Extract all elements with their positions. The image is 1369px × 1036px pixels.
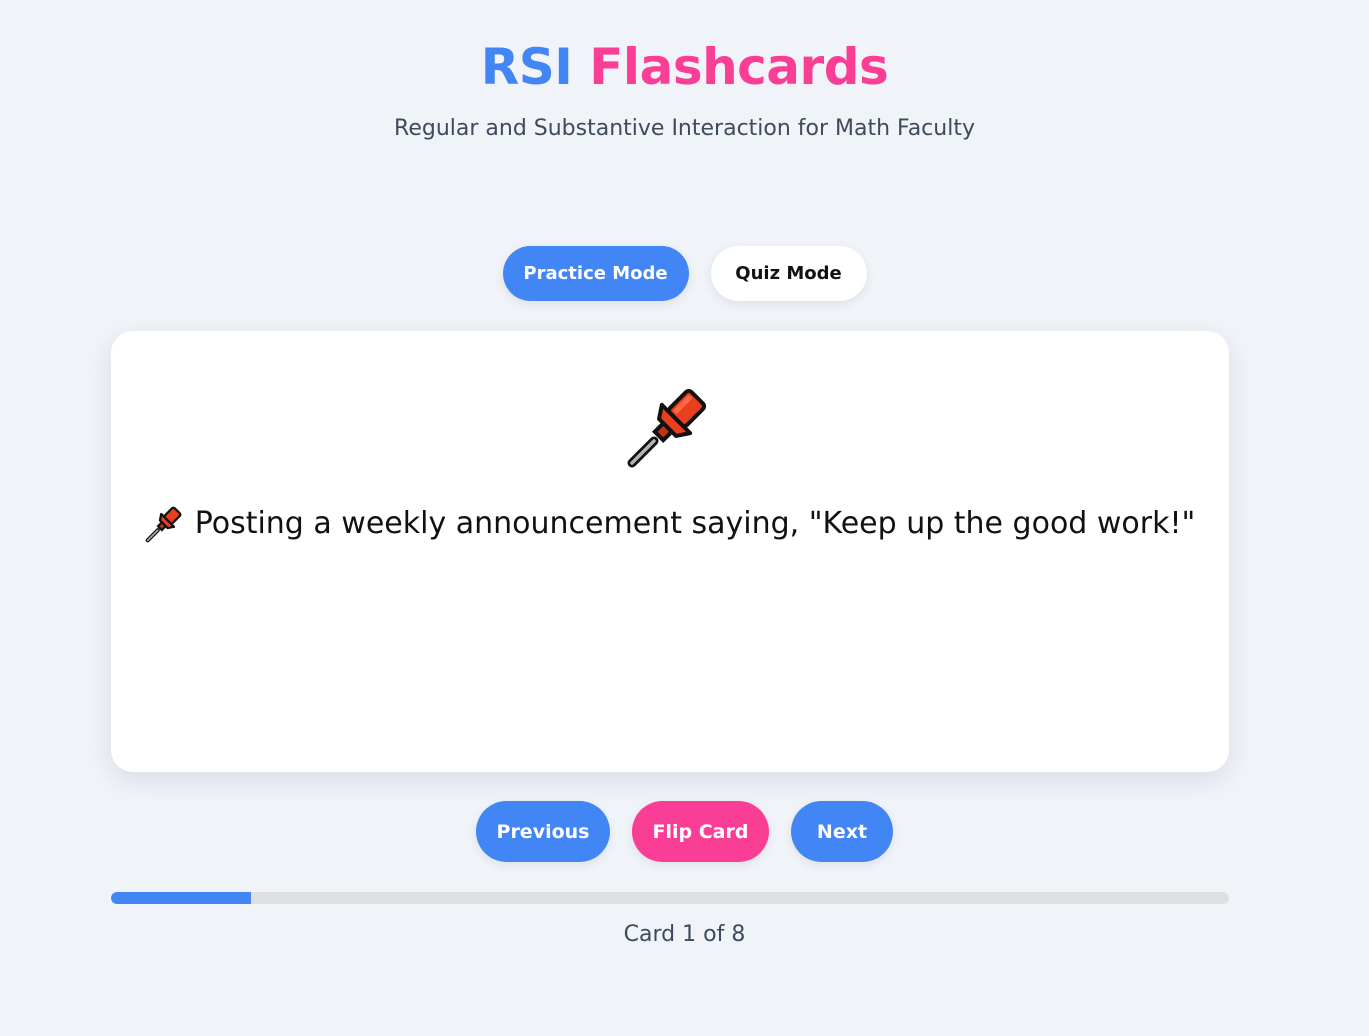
practice-mode-button[interactable]: Practice Mode xyxy=(502,246,689,301)
card-question: Posting a weekly announcement saying, "K… xyxy=(111,501,1229,547)
quiz-mode-button[interactable]: Quiz Mode xyxy=(710,246,867,301)
card-question-text: Posting a weekly announcement saying, "K… xyxy=(194,506,1196,541)
flashcard[interactable]: Posting a weekly announcement saying, "K… xyxy=(111,331,1229,772)
flip-card-button[interactable]: Flip Card xyxy=(632,801,769,862)
progress-bar xyxy=(111,892,1229,904)
previous-button[interactable]: Previous xyxy=(476,801,610,862)
progress-bar-fill xyxy=(111,892,251,904)
card-counter: Card 1 of 8 xyxy=(623,922,746,947)
mode-switcher: Practice Mode Quiz Mode xyxy=(0,246,1369,301)
page-title: RSI Flashcards xyxy=(0,34,1369,100)
page-subtitle: Regular and Substantive Interaction for … xyxy=(394,116,975,141)
pushpin-icon xyxy=(627,388,707,468)
title-rsi: RSI xyxy=(480,38,573,96)
card-navigation: Previous Flip Card Next xyxy=(0,801,1369,862)
title-flashcards: Flashcards xyxy=(589,38,889,96)
next-button[interactable]: Next xyxy=(791,801,893,862)
pushpin-icon xyxy=(145,506,182,543)
page: RSI Flashcards Regular and Substantive I… xyxy=(0,0,1369,1036)
